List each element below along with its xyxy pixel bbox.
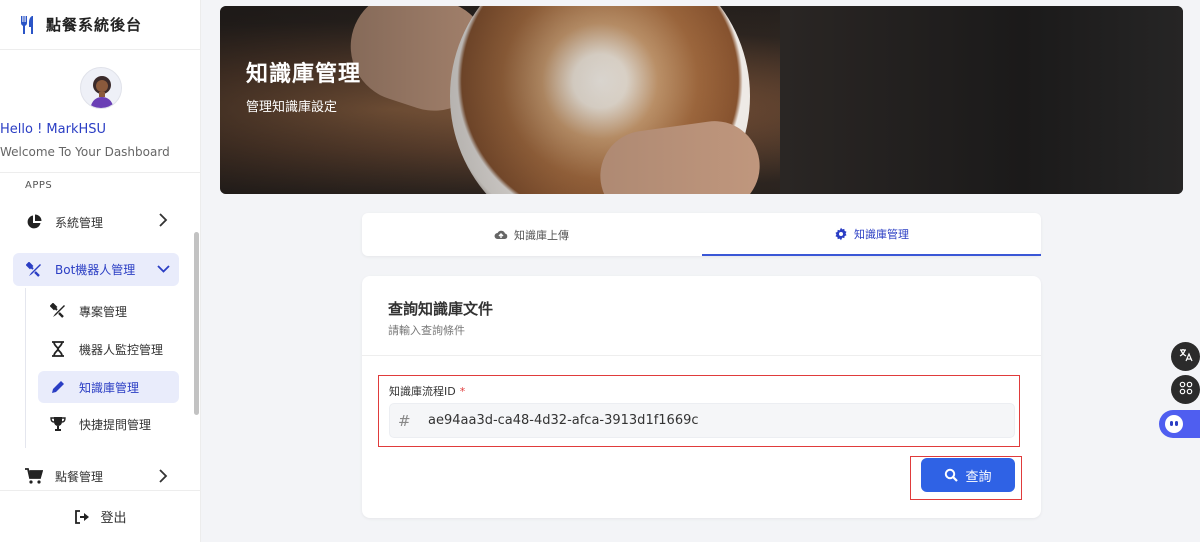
page-title: 知識庫管理: [246, 62, 362, 87]
sidebar-nav: APPS 系統管理 Bot機器人管理 專案管理 機器人監控管理 知識庫管理 快捷…: [0, 172, 201, 490]
flow-id-field-highlight: 知識庫流程ID * #: [378, 375, 1020, 447]
tab-manage[interactable]: 知識庫管理: [702, 213, 1041, 256]
hash-icon: #: [398, 411, 411, 430]
divider: [362, 355, 1041, 356]
search-icon: [944, 468, 959, 482]
tools-icon: [50, 303, 66, 319]
chevron-right-icon[interactable]: [158, 213, 168, 231]
field-label: 知識庫流程ID *: [389, 383, 465, 399]
tab-label: 知識庫上傳: [514, 228, 569, 242]
search-button[interactable]: 查詢: [921, 458, 1015, 492]
search-button-highlight: 查詢: [910, 456, 1022, 500]
cart-icon: [25, 467, 43, 485]
assistant-button[interactable]: [1159, 410, 1200, 438]
flow-id-input-wrapper[interactable]: #: [389, 403, 1015, 438]
grid-icon: [1179, 381, 1193, 398]
sidebar-item-knowledge[interactable]: 知識庫管理: [38, 371, 179, 403]
tab-bar: 知識庫上傳 知識庫管理: [362, 213, 1041, 256]
gear-icon: [834, 227, 848, 241]
tab-label: 知識庫管理: [854, 227, 909, 241]
required-mark: *: [459, 385, 466, 398]
pencil-icon: [50, 379, 66, 395]
logout-button[interactable]: 登出: [0, 490, 201, 542]
utensils-icon: [18, 15, 38, 35]
flow-id-label: 知識庫流程ID: [389, 385, 456, 398]
sidebar: 點餐系統後台 Hello ! MarkHSU Welcome To Your D…: [0, 0, 201, 542]
sidebar-item-label: 機器人監控管理: [79, 342, 164, 357]
sidebar-scrollbar[interactable]: [194, 232, 199, 415]
section-label: APPS: [25, 180, 53, 191]
sign-out-icon: [74, 509, 90, 525]
flow-id-input[interactable]: [428, 413, 988, 428]
greeting: Hello ! MarkHSU: [0, 122, 107, 137]
hero-overlay: [220, 6, 1183, 194]
sidebar-item-project[interactable]: 專案管理: [38, 295, 179, 327]
hourglass-icon: [50, 341, 66, 357]
translate-button[interactable]: [1171, 342, 1200, 371]
search-button-label: 查詢: [965, 469, 992, 485]
card-subtitle: 請輸入查詢條件: [388, 324, 465, 337]
cloud-upload-icon: [494, 228, 508, 242]
trophy-icon: [50, 416, 66, 432]
sidebar-item-label: 點餐管理: [55, 469, 104, 484]
tools-icon: [25, 261, 43, 279]
card-title: 查詢知識庫文件: [388, 300, 494, 318]
sidebar-item-monitor[interactable]: 機器人監控管理: [38, 333, 179, 365]
sidebar-item-quick[interactable]: 快捷提問管理: [38, 408, 179, 440]
sidebar-item-system[interactable]: 系統管理: [25, 212, 175, 232]
brand[interactable]: 點餐系統後台: [0, 0, 200, 50]
sidebar-item-bot[interactable]: Bot機器人管理: [13, 253, 179, 286]
avatar[interactable]: [80, 67, 122, 109]
query-card: 查詢知識庫文件 請輸入查詢條件 知識庫流程ID* # 查詢: [362, 276, 1041, 518]
translate-icon: [1179, 348, 1193, 365]
page-subtitle: 管理知識庫設定: [246, 100, 338, 115]
submenu-guide: [25, 288, 26, 448]
sidebar-item-label: 專案管理: [79, 304, 128, 319]
logout-label: 登出: [100, 511, 127, 526]
sidebar-item-label: 快捷提問管理: [79, 417, 152, 432]
bot-icon: [1165, 415, 1183, 433]
chevron-right-icon[interactable]: [158, 469, 168, 487]
sidebar-item-order[interactable]: 點餐管理: [25, 466, 175, 486]
brand-title: 點餐系統後台: [46, 16, 143, 34]
chevron-down-icon[interactable]: [157, 263, 170, 278]
pie-chart-icon: [25, 213, 43, 231]
hero-banner: 知識庫管理 管理知識庫設定: [220, 6, 1183, 194]
apps-button[interactable]: [1171, 375, 1200, 404]
tab-upload[interactable]: 知識庫上傳: [362, 213, 701, 256]
sidebar-item-label: 知識庫管理: [79, 380, 140, 395]
welcome-text: Welcome To Your Dashboard: [0, 145, 170, 159]
sidebar-item-label: Bot機器人管理: [55, 263, 136, 277]
sidebar-item-label: 系統管理: [55, 215, 104, 230]
